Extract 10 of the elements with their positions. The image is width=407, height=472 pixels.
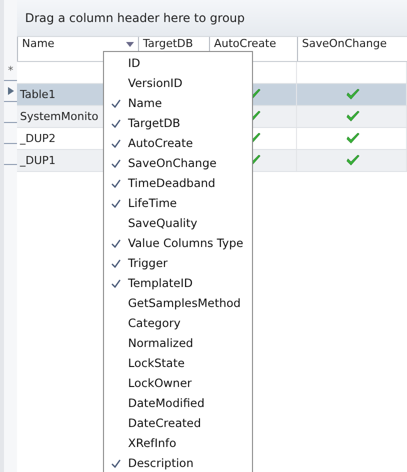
new-row-indicator: * bbox=[8, 64, 14, 76]
column-title: TargetDB bbox=[143, 38, 194, 50]
column-title: Name bbox=[22, 38, 54, 50]
column-title: SaveOnChange bbox=[302, 38, 387, 50]
group-hint: Drag a column header here to group bbox=[25, 11, 245, 25]
name-cell: _DUP2 bbox=[20, 132, 56, 145]
column-title: AutoCreate bbox=[214, 38, 276, 50]
name-cell: SystemMonito bbox=[20, 110, 98, 123]
name-cell: Table1 bbox=[20, 88, 56, 101]
name-cell: _DUP1 bbox=[20, 154, 56, 167]
